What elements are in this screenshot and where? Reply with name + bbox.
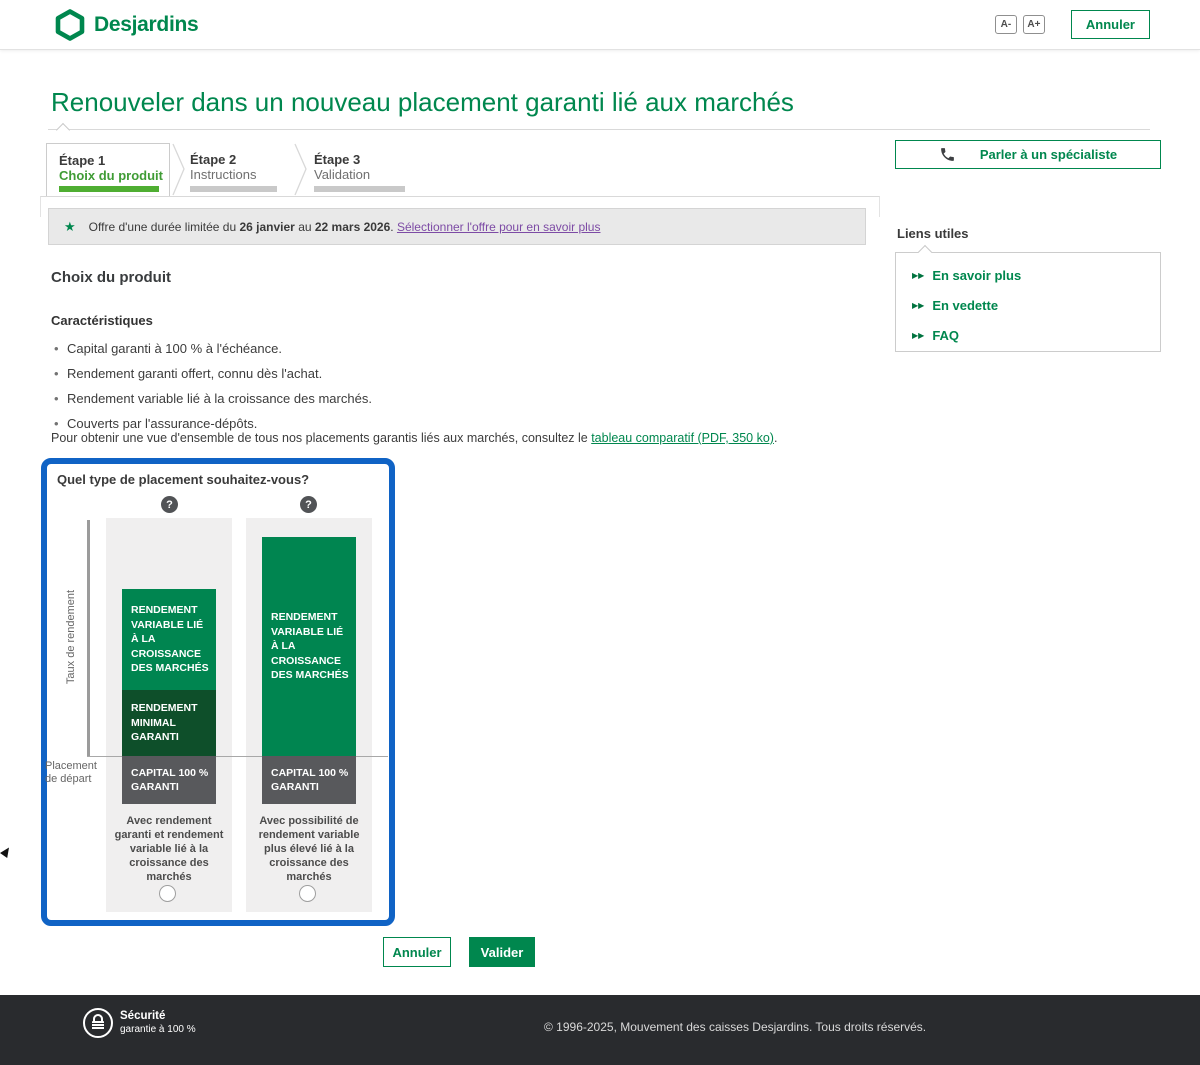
header-cancel-button[interactable]: Annuler — [1070, 10, 1150, 39]
link-faq[interactable]: ▶▶ FAQ — [912, 328, 1160, 343]
font-increase-button[interactable]: A+ — [1022, 15, 1045, 34]
tab-step-3-validation[interactable]: Étape 3 Validation — [310, 143, 412, 196]
option-1-minimum-return-segment: RENDEMENT MINIMAL GARANTI — [122, 690, 216, 756]
link-en-vedette[interactable]: ▶▶ En vedette — [912, 298, 1160, 313]
brand-name: Desjardins — [94, 12, 199, 36]
option-2-radio[interactable] — [299, 885, 316, 902]
option-2-description: Avec possibilité de rendement variable p… — [258, 815, 360, 883]
title-divider-notch — [55, 122, 71, 138]
option-1-radio[interactable] — [159, 885, 176, 902]
comparison-table-link[interactable]: tableau comparatif (PDF, 350 ko) — [591, 431, 774, 445]
feature-item: Rendement variable lié à la croissance d… — [51, 386, 372, 411]
inactive-step-indicator — [314, 186, 405, 192]
tab-step-2-instructions[interactable]: Étape 2 Instructions — [188, 143, 292, 196]
step-number: Étape 2 — [190, 152, 237, 167]
option-2-variable-return-segment: RENDEMENT VARIABLE LIÉ À LA CROISSANCE D… — [262, 537, 356, 756]
step-label: Instructions — [190, 167, 257, 182]
tab-step-1-choix-du-produit[interactable]: Étape 1 Choix du produit — [46, 143, 170, 196]
page-footer: Sécurité garantie à 100 % © 1996-2025, M… — [0, 995, 1200, 1065]
specialist-label: Parler à un spécialiste — [979, 147, 1118, 162]
y-axis-line — [87, 520, 90, 756]
inactive-step-indicator — [190, 186, 277, 192]
useful-links-box: ▶▶ En savoir plus ▶▶ En vedette ▶▶ FAQ — [895, 244, 1161, 352]
desjardins-hexagon-icon — [55, 8, 85, 41]
step-label: Validation — [314, 167, 371, 182]
star-icon: ★ — [64, 218, 76, 234]
features-title: Caractéristiques — [51, 313, 153, 328]
option-2-capital-segment: CAPITAL 100 % GARANTI — [262, 756, 356, 804]
phone-icon — [939, 146, 956, 163]
offer-details-link[interactable]: Sélectionner l'offre pour en savoir plus — [397, 220, 601, 234]
y-axis-label: Taux de rendement — [65, 589, 77, 685]
form-cancel-button[interactable]: Annuler — [383, 937, 451, 967]
double-arrow-icon: ▶▶ — [912, 301, 925, 310]
links-box-notch — [917, 244, 933, 260]
link-en-savoir-plus[interactable]: ▶▶ En savoir plus — [912, 268, 1160, 283]
help-icon[interactable]: ? — [161, 496, 178, 513]
limited-offer-banner: ★ Offre d'une durée limitée du 26 janvie… — [48, 208, 866, 245]
features-list: Capital garanti à 100 % à l'échéance. Re… — [51, 336, 372, 436]
option-1-variable-return-segment: RENDEMENT VARIABLE LIÉ À LA CROISSANCE D… — [122, 589, 216, 690]
font-decrease-button[interactable]: A- — [994, 15, 1017, 34]
section-title: Choix du produit — [51, 269, 171, 286]
offer-text: Offre d'une durée limitée du 26 janvier … — [88, 219, 601, 234]
double-arrow-icon: ▶▶ — [912, 271, 925, 280]
placement-type-selector: Quel type de placement souhaitez-vous? ?… — [41, 458, 395, 926]
double-arrow-icon: ▶▶ — [912, 331, 925, 340]
tab-separator-chevron-icon — [170, 143, 188, 196]
x-axis-label: Placement de départ — [45, 760, 97, 785]
step-number: Étape 1 — [59, 153, 106, 168]
app-header: Desjardins A- A+ Annuler — [0, 0, 1200, 50]
copyright-text: © 1996-2025, Mouvement des caisses Desja… — [544, 1020, 927, 1034]
form-submit-button[interactable]: Valider — [469, 937, 535, 967]
desjardins-logo[interactable]: Desjardins — [55, 8, 199, 41]
active-step-indicator — [59, 186, 159, 192]
feature-item: Rendement garanti offert, connu dès l'ac… — [51, 361, 372, 386]
step-label: Choix du produit — [59, 168, 163, 183]
help-icon[interactable]: ? — [300, 496, 317, 513]
talk-to-specialist-button[interactable]: Parler à un spécialiste — [895, 140, 1161, 169]
title-divider — [48, 129, 1150, 130]
option-1-description: Avec rendement garanti et rendement vari… — [114, 815, 224, 883]
step-tabs: Étape 1 Choix du produit Étape 2 Instruc… — [46, 143, 412, 196]
comparison-paragraph: Pour obtenir une vue d'ensemble de tous … — [51, 431, 778, 445]
security-lock-icon — [83, 1008, 113, 1038]
tab-separator-chevron-icon — [292, 143, 310, 196]
selector-question: Quel type de placement souhaitez-vous? — [57, 472, 310, 487]
feature-item: Capital garanti à 100 % à l'échéance. — [51, 336, 372, 361]
page-title: Renouveler dans un nouveau placement gar… — [51, 87, 794, 117]
step-number: Étape 3 — [314, 152, 361, 167]
mouse-cursor-artifact — [0, 847, 9, 858]
useful-links-title: Liens utiles — [897, 226, 969, 241]
security-text: Sécurité garantie à 100 % — [120, 1010, 196, 1035]
option-1-capital-segment: CAPITAL 100 % GARANTI — [122, 756, 216, 804]
